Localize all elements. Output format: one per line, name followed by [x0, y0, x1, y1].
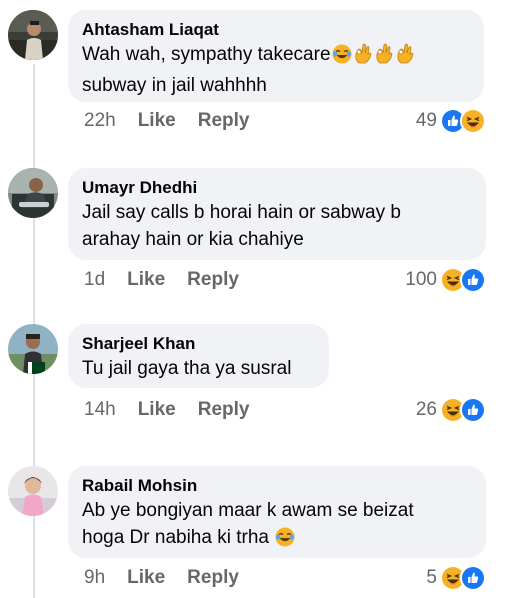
reaction-count: 100 — [405, 269, 437, 290]
comment-author[interactable]: Umayr Dhedhi — [82, 177, 472, 199]
comment-text-line: subway in jail wahhhh — [82, 75, 267, 96]
comment-actions: 14h Like Reply — [84, 399, 249, 421]
pakistan-flag-icon — [28, 362, 45, 374]
like-button[interactable]: Like — [138, 110, 176, 132]
reply-button[interactable]: Reply — [187, 567, 239, 589]
comment-text-line: Tu jail gaya tha ya susral — [82, 358, 292, 379]
comment-bubble: Sharjeel Khan Tu jail gaya tha ya susral — [68, 324, 329, 388]
reply-button[interactable]: Reply — [198, 110, 250, 132]
comment-author[interactable]: Sharjeel Khan — [82, 333, 315, 355]
reply-button[interactable]: Reply — [198, 399, 250, 421]
reaction-summary[interactable]: 100 — [405, 267, 486, 293]
reaction-count: 49 — [415, 110, 437, 131]
tears-of-joy-emoji-icon — [275, 527, 295, 555]
ok-hand-emoji-icon — [353, 42, 373, 72]
reply-button[interactable]: Reply — [187, 269, 239, 291]
comment-timestamp[interactable]: 22h — [84, 110, 116, 132]
like-button[interactable]: Like — [138, 399, 176, 421]
reaction-summary[interactable]: 26 — [416, 397, 486, 423]
comment-text-line: Wah wah, sympathy takecare — [82, 44, 331, 65]
tears-of-joy-emoji-icon — [332, 44, 352, 72]
comment-text-line: Ab ye bongiyan maar k awam se beizat — [82, 500, 414, 521]
comment-author[interactable]: Ahtasham Liaqat — [82, 19, 470, 41]
comment-actions: 9h Like Reply — [84, 567, 239, 589]
comment-bubble: Rabail Mohsin Ab ye bongiyan maar k awam… — [68, 466, 486, 558]
reaction-count: 26 — [415, 399, 437, 420]
reaction-summary[interactable]: 5 — [426, 565, 486, 591]
comment-text-line: hoga Dr nabiha ki trha — [82, 527, 269, 548]
reaction-summary[interactable]: 49 — [416, 108, 486, 134]
ok-hand-emoji-icon — [374, 42, 394, 72]
like-reaction-icon — [460, 565, 486, 591]
avatar[interactable] — [8, 168, 58, 218]
like-reaction-icon — [460, 397, 486, 423]
avatar[interactable] — [8, 466, 58, 516]
comment-actions: 1d Like Reply — [84, 269, 239, 291]
avatar[interactable] — [8, 324, 58, 374]
haha-reaction-icon — [460, 108, 486, 134]
reaction-count: 5 — [426, 567, 437, 588]
comment-timestamp[interactable]: 1d — [84, 269, 105, 291]
comment-bubble: Umayr Dhedhi Jail say calls b horai hain… — [68, 168, 486, 260]
comment-timestamp[interactable]: 9h — [84, 567, 105, 589]
comment-author[interactable]: Rabail Mohsin — [82, 475, 472, 497]
comment-bubble: Ahtasham Liaqat Wah wah, sympathy takeca… — [68, 10, 484, 102]
like-button[interactable]: Like — [127, 269, 165, 291]
like-reaction-icon — [460, 267, 486, 293]
comment-actions: 22h Like Reply — [84, 110, 249, 132]
comment-text-line: Jail say calls b horai hain or sabway b — [82, 202, 401, 223]
comment-text-line: arahay hain or kia chahiye — [82, 229, 304, 250]
avatar[interactable] — [8, 10, 58, 60]
like-button[interactable]: Like — [127, 567, 165, 589]
comment-timestamp[interactable]: 14h — [84, 399, 116, 421]
ok-hand-emoji-icon — [395, 42, 415, 72]
